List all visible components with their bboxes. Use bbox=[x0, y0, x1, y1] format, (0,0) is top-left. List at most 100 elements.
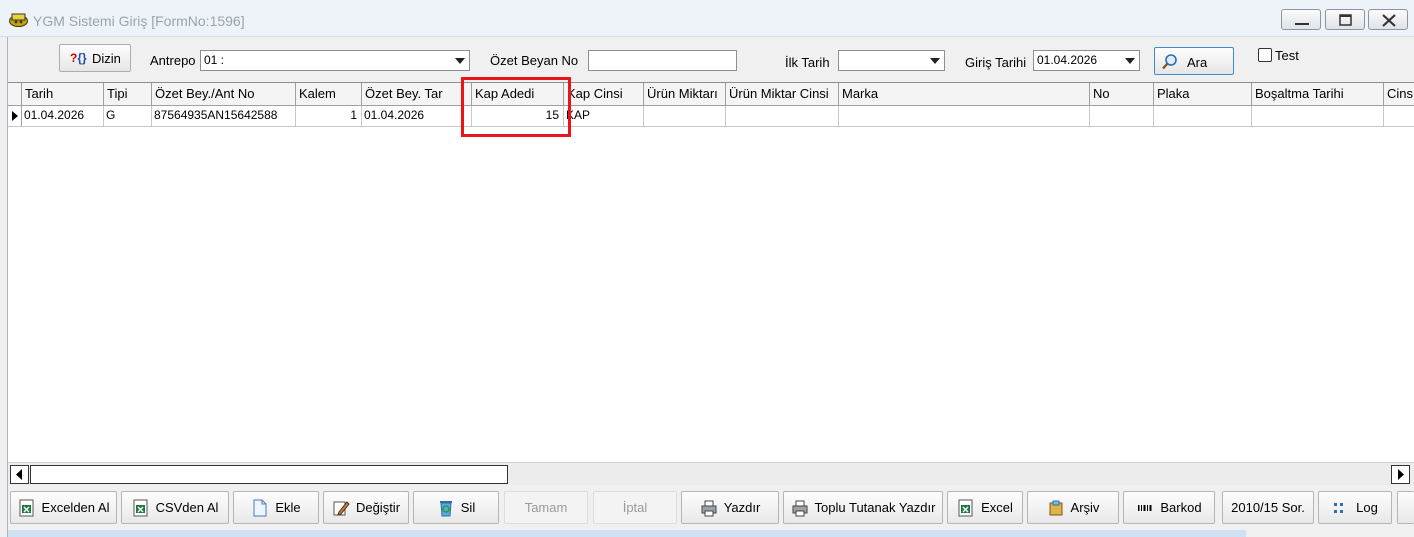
barcode-icon bbox=[1136, 499, 1154, 517]
col-tarih[interactable]: Tarih bbox=[22, 83, 104, 106]
excel-import-icon bbox=[18, 499, 36, 517]
more-button[interactable] bbox=[1397, 491, 1414, 524]
cell-kap-cinsi[interactable]: KAP bbox=[564, 106, 644, 127]
iptal-label: İptal bbox=[622, 500, 648, 515]
dizin-label: Dizin bbox=[92, 51, 121, 66]
dizin-button[interactable]: ?{} Dizin bbox=[59, 44, 131, 72]
sorgu-button[interactable]: 2010/15 Sor. bbox=[1222, 491, 1314, 524]
csv-import-icon bbox=[132, 499, 150, 517]
cell-kalem[interactable]: 1 bbox=[296, 106, 362, 127]
ozet-beyan-input[interactable] bbox=[588, 50, 737, 71]
antrepo-value: 01 : bbox=[204, 53, 225, 67]
tamam-button[interactable]: Tamam bbox=[504, 491, 588, 524]
horizontal-scrollbar[interactable] bbox=[8, 462, 1414, 485]
excel-label: Excel bbox=[981, 500, 1013, 515]
scroll-thumb[interactable] bbox=[30, 465, 508, 484]
col-tipi[interactable]: Tipi bbox=[104, 83, 152, 106]
giris-tarihi-label: Giriş Tarihi bbox=[965, 55, 1027, 70]
ara-label: Ara bbox=[1187, 55, 1208, 70]
sil-button[interactable]: Sil bbox=[413, 491, 499, 524]
chevron-down-icon[interactable] bbox=[1121, 52, 1138, 69]
excelden-al-label: Excelden Al bbox=[41, 500, 110, 515]
cell-plaka[interactable] bbox=[1154, 106, 1252, 127]
window-title: YGM Sistemi Giriş [FormNo:1596] bbox=[33, 13, 245, 29]
test-checkbox[interactable] bbox=[1258, 48, 1272, 62]
col-ozet-bey-ant-no[interactable]: Özet Bey./Ant No bbox=[152, 83, 296, 106]
cell-urun-miktar-cinsi[interactable] bbox=[726, 106, 839, 127]
archive-icon bbox=[1047, 499, 1065, 517]
kap-adedi-highlight bbox=[461, 77, 571, 137]
excel-button[interactable]: Excel bbox=[947, 491, 1023, 524]
ara-button[interactable]: Ara bbox=[1154, 47, 1234, 75]
log-label: Log bbox=[1356, 500, 1378, 515]
cell-urun-miktari[interactable] bbox=[644, 106, 726, 127]
current-row-indicator bbox=[8, 106, 22, 126]
excel-icon bbox=[957, 499, 975, 517]
chevron-down-icon[interactable] bbox=[926, 52, 943, 69]
csvden-al-button[interactable]: CSVden Al bbox=[121, 491, 229, 524]
antrepo-select[interactable]: 01 : bbox=[200, 50, 470, 71]
table-row[interactable]: 01.04.2026 G 87564935AN15642588 1 01.04.… bbox=[8, 106, 1414, 127]
antrepo-label: Antrepo bbox=[150, 53, 196, 68]
test-label: Test bbox=[1275, 48, 1299, 63]
minimize-button[interactable] bbox=[1281, 9, 1321, 30]
col-kap-cinsi[interactable]: Kap Cinsi bbox=[564, 83, 644, 106]
col-urun-miktar-cinsi[interactable]: Ürün Miktar Cinsi bbox=[726, 83, 839, 106]
new-document-icon bbox=[251, 499, 269, 517]
col-marka[interactable]: Marka bbox=[839, 83, 1090, 106]
log-button[interactable]: Log bbox=[1318, 491, 1392, 524]
cell-cins[interactable] bbox=[1384, 106, 1414, 127]
data-grid[interactable]: Tarih Tipi Özet Bey./Ant No Kalem Özet B… bbox=[8, 82, 1414, 462]
giris-tarihi-picker[interactable]: 01.04.2026 bbox=[1033, 50, 1140, 71]
status-strip bbox=[8, 530, 1246, 537]
grid-header: Tarih Tipi Özet Bey./Ant No Kalem Özet B… bbox=[8, 83, 1414, 106]
barkod-button[interactable]: Barkod bbox=[1123, 491, 1215, 524]
cell-tarih[interactable]: 01.04.2026 bbox=[22, 106, 104, 127]
iptal-button[interactable]: İptal bbox=[593, 491, 677, 524]
row-pointer-icon bbox=[12, 111, 18, 121]
giris-tarihi-value: 01.04.2026 bbox=[1037, 53, 1098, 67]
ekle-button[interactable]: Ekle bbox=[233, 491, 319, 524]
scroll-left-button[interactable] bbox=[10, 465, 29, 484]
toplu-tutanak-yazdir-button[interactable]: Toplu Tutanak Yazdır bbox=[783, 491, 943, 524]
col-kalem[interactable]: Kalem bbox=[296, 83, 362, 106]
log-list-icon bbox=[1332, 499, 1350, 517]
ekle-label: Ekle bbox=[275, 500, 301, 515]
degistir-button[interactable]: Değiştir bbox=[323, 491, 409, 524]
recycle-bin-icon bbox=[437, 499, 455, 517]
col-cins[interactable]: Cins bbox=[1384, 83, 1414, 106]
cell-no[interactable] bbox=[1090, 106, 1154, 127]
barkod-label: Barkod bbox=[1160, 500, 1202, 515]
title-bar: YGM Sistemi Giriş [FormNo:1596] bbox=[0, 0, 1414, 37]
printer-icon bbox=[700, 499, 718, 517]
cell-bosaltma-tarihi[interactable] bbox=[1252, 106, 1384, 127]
maximize-button[interactable] bbox=[1325, 9, 1365, 30]
cell-ozet-bey-ant-no[interactable]: 87564935AN15642588 bbox=[152, 106, 296, 127]
col-plaka[interactable]: Plaka bbox=[1154, 83, 1252, 106]
search-icon bbox=[1161, 53, 1179, 74]
yazdir-label: Yazdır bbox=[723, 500, 761, 515]
scroll-right-button[interactable] bbox=[1391, 465, 1410, 484]
printer-icon bbox=[791, 499, 809, 517]
close-button[interactable] bbox=[1368, 9, 1408, 30]
ozet-beyan-label: Özet Beyan No bbox=[490, 53, 579, 68]
header-indicator bbox=[8, 83, 22, 105]
yazdir-button[interactable]: Yazdır bbox=[681, 491, 779, 524]
tamam-label: Tamam bbox=[524, 500, 568, 515]
col-urun-miktari[interactable]: Ürün Miktarı bbox=[644, 83, 726, 106]
ilk-tarih-label: İlk Tarih bbox=[785, 55, 830, 70]
col-no[interactable]: No bbox=[1090, 83, 1154, 106]
edit-pencil-icon bbox=[332, 499, 350, 517]
chevron-down-icon[interactable] bbox=[451, 52, 468, 69]
cell-marka[interactable] bbox=[839, 106, 1090, 127]
arsiv-button[interactable]: Arşiv bbox=[1027, 491, 1119, 524]
app-icon bbox=[9, 12, 28, 27]
excelden-al-button[interactable]: Excelden Al bbox=[10, 491, 117, 524]
cell-ozet-bey-tar[interactable]: 01.04.2026 bbox=[362, 106, 472, 127]
cell-tipi[interactable]: G bbox=[104, 106, 152, 127]
col-ozet-bey-tar[interactable]: Özet Bey. Tar bbox=[362, 83, 472, 106]
csvden-al-label: CSVden Al bbox=[155, 500, 219, 515]
col-bosaltma-tarihi[interactable]: Boşaltma Tarihi bbox=[1252, 83, 1384, 106]
ilk-tarih-picker[interactable] bbox=[838, 50, 945, 71]
sil-label: Sil bbox=[460, 500, 476, 515]
